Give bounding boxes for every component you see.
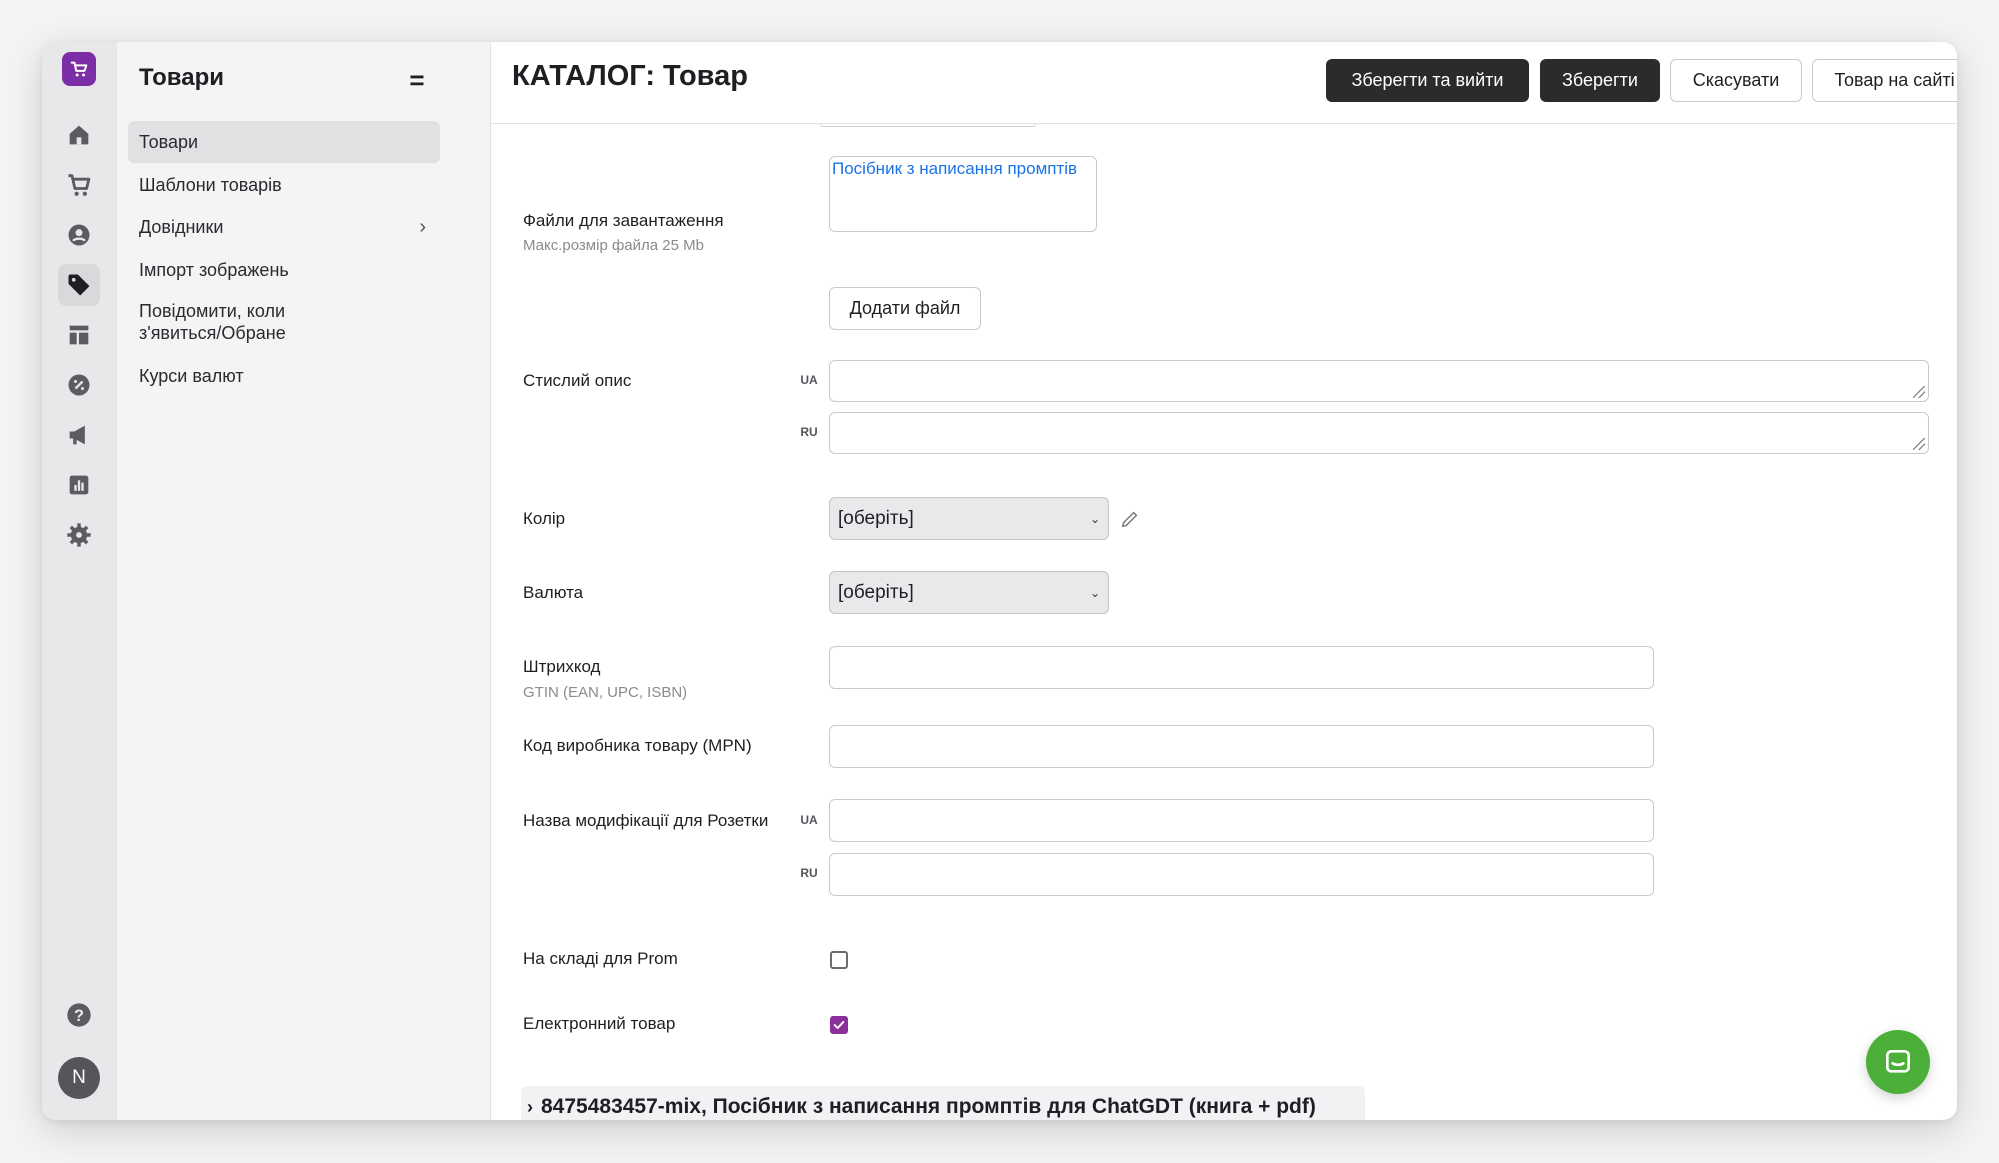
electronic-checkbox[interactable]: [830, 1016, 848, 1034]
sidebar-item-notify[interactable]: Повідомити, коли з'явиться/Обране: [128, 297, 328, 347]
page-title: КАТАЛОГ: Товар: [512, 60, 748, 92]
sidebar-item-label: Курси валют: [139, 366, 244, 386]
file-link[interactable]: Посібник з написання промптів: [832, 159, 1077, 178]
chevron-down-icon: ⌄: [1089, 585, 1100, 600]
chevron-right-icon: ›: [527, 1096, 533, 1117]
mpn-label: Код виробника товару (MPN): [523, 736, 752, 755]
short-desc-ua-textarea[interactable]: [829, 360, 1929, 402]
lang-ru-tag: RU: [800, 866, 818, 880]
settings-icon[interactable]: [58, 514, 100, 556]
barcode-hint: GTIN (EAN, UPC, ISBN): [523, 684, 688, 701]
rozetka-ua-input[interactable]: [829, 799, 1654, 842]
prom-stock-checkbox[interactable]: [830, 951, 848, 969]
barcode-label: Штрихкод: [523, 657, 601, 676]
file-list: Посібник з написання промптів: [829, 156, 1097, 232]
sidebar-item-label: Товари: [139, 132, 199, 152]
short-desc-label: Стислий опис: [523, 371, 632, 390]
sidebar: Товари = Товари Шаблони товарів Довідник…: [117, 42, 491, 1120]
files-label: Файли для завантаження: [523, 211, 724, 230]
sidebar-item-label: Повідомити, коли з'явиться/Обране: [139, 301, 286, 343]
product-on-site-button[interactable]: Товар на сайті: [1812, 59, 1957, 102]
discount-icon[interactable]: [58, 364, 100, 406]
chevron-down-icon: ⌄: [1089, 511, 1100, 526]
currency-label: Валюта: [523, 583, 584, 602]
short-desc-ru-textarea[interactable]: [829, 412, 1929, 454]
sidebar-item-image-import[interactable]: Імпорт зображень: [128, 249, 440, 291]
icon-rail: ? N: [42, 42, 117, 1120]
field-edge: [820, 124, 1036, 127]
save-and-exit-button[interactable]: Зберегти та вийти: [1326, 59, 1529, 102]
sidebar-title: Товари: [139, 64, 225, 91]
sidebar-item-label: Шаблони товарів: [139, 175, 282, 195]
prom-stock-label: На складі для Prom: [523, 949, 678, 968]
avatar[interactable]: N: [58, 1057, 100, 1099]
rozetka-label: Назва модифікації для Розетки: [523, 811, 769, 830]
barcode-input[interactable]: [829, 646, 1654, 689]
sidebar-toggle-icon[interactable]: =: [402, 66, 432, 94]
color-label: Колір: [523, 509, 566, 528]
rozetka-ru-input[interactable]: [829, 853, 1654, 896]
electronic-label: Електронний товар: [523, 1014, 676, 1033]
save-button[interactable]: Зберегти: [1540, 59, 1660, 102]
cart-icon[interactable]: [58, 164, 100, 206]
files-hint: Макс.розмір файла 25 Mb: [523, 237, 704, 254]
mpn-input[interactable]: [829, 725, 1654, 768]
sidebar-item-templates[interactable]: Шаблони товарів: [128, 164, 440, 206]
product-form: Файли для завантаження Макс.розмір файла…: [491, 124, 1957, 1120]
sidebar-item-currency-rates[interactable]: Курси валют: [128, 355, 440, 397]
analytics-icon[interactable]: [58, 464, 100, 506]
lang-ru-tag: RU: [800, 425, 818, 439]
chevron-right-icon: ›: [419, 216, 426, 238]
svg-text:?: ?: [74, 1007, 84, 1025]
lang-ua-tag: UA: [800, 373, 818, 387]
currency-select[interactable]: [оберіть] ⌄: [829, 571, 1109, 614]
customer-icon[interactable]: [58, 214, 100, 256]
color-select-value: [оберіть]: [838, 507, 914, 529]
layout-icon[interactable]: [58, 314, 100, 356]
help-icon[interactable]: ?: [58, 994, 100, 1036]
add-file-button[interactable]: Додати файл: [829, 287, 981, 330]
sidebar-item-label: Довідники: [139, 217, 224, 237]
sidebar-item-directories[interactable]: Довідники ›: [128, 206, 440, 248]
logo-icon[interactable]: [62, 52, 96, 86]
variant-row[interactable]: › 8475483457-mix, Посібник з написання п…: [521, 1086, 1365, 1120]
app-window: ? N Товари = Товари Шаблони товарів Дові…: [42, 42, 1957, 1120]
color-select[interactable]: [оберіть] ⌄: [829, 497, 1109, 540]
sidebar-item-label: Імпорт зображень: [139, 260, 289, 280]
cancel-button[interactable]: Скасувати: [1670, 59, 1802, 102]
chat-button[interactable]: [1866, 1030, 1930, 1094]
megaphone-icon[interactable]: [58, 414, 100, 456]
tag-icon[interactable]: [58, 264, 100, 306]
variant-title: 8475483457-mix, Посібник з написання про…: [541, 1095, 1316, 1118]
edit-pencil-icon[interactable]: [1119, 508, 1141, 530]
page-header: КАТАЛОГ: Товар Зберегти та вийти Зберегт…: [491, 42, 1957, 124]
chat-icon: [1886, 1050, 1910, 1073]
currency-select-value: [оберіть]: [838, 581, 914, 603]
sidebar-item-products[interactable]: Товари: [128, 121, 440, 163]
check-icon: [833, 1020, 845, 1030]
lang-ua-tag: UA: [800, 813, 818, 827]
home-icon[interactable]: [58, 114, 100, 156]
